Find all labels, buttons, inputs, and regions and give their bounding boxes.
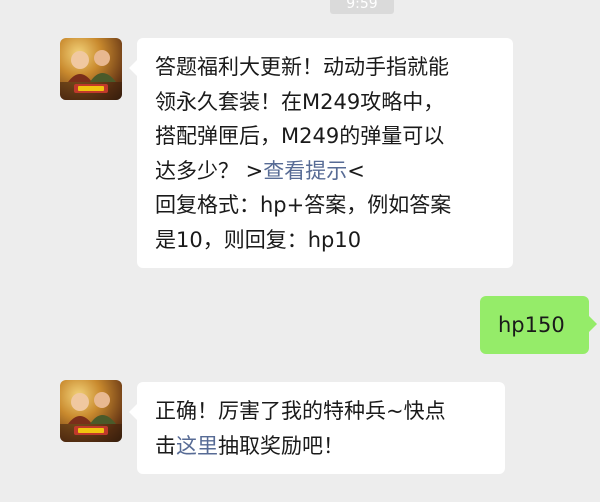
message-text: 击 xyxy=(155,433,176,458)
message-text: hp150 xyxy=(498,313,565,337)
message-timestamp: 9:59 xyxy=(330,0,394,14)
message-text: 抽取奖励吧！ xyxy=(218,433,344,458)
message-bubble-quiz: 答题福利大更新！动动手指就能 领永久套装！在M249攻略中， 搭配弹匣后，M24… xyxy=(129,38,513,268)
message-line: 回复格式：hp+答案，例如答案 xyxy=(155,193,452,217)
message-line: 是10，则回复：hp10 xyxy=(155,227,362,252)
sender-avatar[interactable] xyxy=(60,38,122,100)
message-text: 达多少？ > xyxy=(155,158,264,183)
message-bubble-reward: 正确！厉害了我的特种兵~快点 击这里抽取奖励吧！ xyxy=(129,382,505,474)
message-line: 正确！厉害了我的特种兵~快点 xyxy=(155,399,446,423)
here-link[interactable]: 这里 xyxy=(176,434,218,458)
game-character-avatar-icon xyxy=(60,50,122,100)
message-line: 搭配弹匣后，M249的弹量可以 xyxy=(155,124,445,148)
message-line-with-link: 击这里抽取奖励吧！ xyxy=(155,429,505,464)
outgoing-message-bubble: hp150 xyxy=(480,296,597,354)
message-line: 答题福利大更新！动动手指就能 xyxy=(155,55,449,79)
message-line-with-link: 达多少？ >查看提示< xyxy=(155,154,513,189)
message-line: 领永久套装！在M249攻略中， xyxy=(155,89,445,114)
sender-avatar[interactable] xyxy=(60,380,122,442)
message-text: < xyxy=(347,158,365,183)
view-hint-link[interactable]: 查看提示 xyxy=(263,159,347,183)
game-character-avatar-icon xyxy=(60,392,122,442)
